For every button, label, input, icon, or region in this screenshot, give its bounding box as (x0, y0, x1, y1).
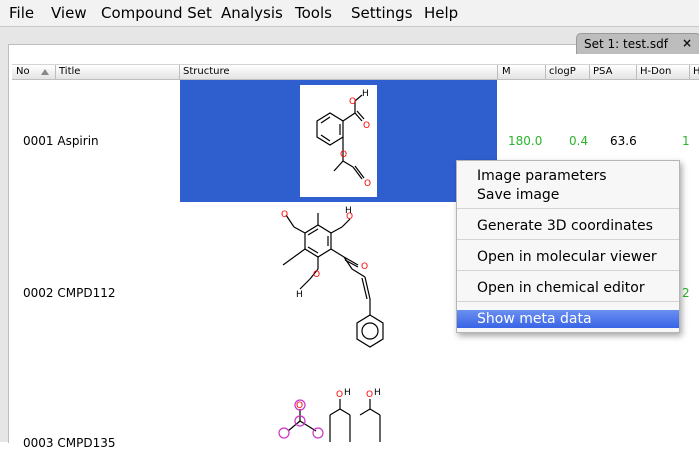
svg-text:H: H (374, 388, 381, 398)
svg-text:O: O (363, 121, 370, 131)
menu-separator (457, 301, 679, 302)
menu-separator (457, 270, 679, 271)
svg-text:H: H (362, 89, 369, 99)
aspirin-molecule: O H O O O (316, 89, 371, 189)
menu-item-image-parameters[interactable]: Image parameters (477, 168, 607, 184)
menu-bar: File View Compound Set Analysis Tools Se… (0, 0, 699, 27)
menu-separator (457, 239, 679, 240)
svg-text:H: H (345, 206, 352, 216)
table-header: No Title Structure M clogP PSA H-Don H (12, 64, 699, 80)
svg-text:O: O (361, 262, 368, 272)
column-divider[interactable] (689, 65, 690, 79)
column-header-h[interactable]: H (693, 65, 699, 79)
menu-settings[interactable]: Settings (351, 4, 413, 22)
column-header-title[interactable]: Title (59, 65, 80, 79)
tab-label: Set 1: test.sdf (584, 37, 668, 51)
row-1-no-title[interactable]: 0001 Aspirin (23, 134, 99, 148)
row-1-mw[interactable]: 180.0 (508, 134, 542, 148)
svg-text:O: O (336, 390, 343, 400)
menu-item-show-meta-data[interactable]: Show meta data (477, 311, 592, 327)
sort-ascending-icon[interactable] (41, 69, 49, 75)
svg-text:O: O (349, 97, 356, 107)
column-header-psa[interactable]: PSA (593, 65, 612, 79)
menu-item-generate-3d[interactable]: Generate 3D coordinates (477, 218, 653, 234)
menu-view[interactable]: View (51, 4, 87, 22)
row-1-hdon[interactable]: 1 (682, 134, 690, 148)
column-divider[interactable] (179, 65, 180, 79)
svg-text:H: H (296, 290, 303, 300)
cmpd135-structure-image[interactable]: O O H O H (270, 385, 400, 442)
svg-text:O: O (366, 390, 373, 400)
cmpd112-structure-image[interactable]: O H H O O H O (270, 205, 400, 360)
menu-item-open-chemical-editor[interactable]: Open in chemical editor (477, 280, 645, 296)
column-header-mw[interactable]: M (502, 65, 511, 79)
column-header-clogp[interactable]: clogP (549, 65, 576, 79)
menu-compound-set[interactable]: Compound Set (101, 4, 212, 22)
row-3-no-title[interactable]: 0003 CMPD135 (23, 436, 115, 450)
column-header-no[interactable]: No (16, 65, 30, 79)
column-divider[interactable] (545, 65, 546, 79)
menu-tools[interactable]: Tools (295, 4, 332, 22)
structure-context-menu: Image parameters Save image Generate 3D … (456, 160, 680, 333)
cmpd135-molecule: O O H O H (278, 388, 381, 442)
menu-help[interactable]: Help (424, 4, 458, 22)
close-icon[interactable]: × (682, 36, 692, 50)
svg-text:O: O (313, 270, 320, 280)
svg-text:O: O (364, 179, 371, 189)
menu-file[interactable]: File (9, 4, 34, 22)
menu-separator (457, 208, 679, 209)
svg-text:O: O (296, 401, 303, 411)
aspirin-structure-image[interactable]: O H O O O (300, 85, 377, 197)
column-divider[interactable] (497, 65, 498, 79)
svg-text:O: O (281, 210, 288, 220)
row-2-no-title[interactable]: 0002 CMPD112 (23, 286, 115, 300)
row-1-psa[interactable]: 63.6 (610, 134, 637, 148)
menu-analysis[interactable]: Analysis (221, 4, 283, 22)
column-divider[interactable] (55, 65, 56, 79)
svg-text:O: O (340, 150, 347, 160)
svg-text:H: H (344, 388, 351, 398)
row-2-hdon[interactable]: 2 (682, 286, 690, 300)
menu-item-save-image[interactable]: Save image (477, 187, 559, 203)
column-header-structure[interactable]: Structure (183, 65, 230, 79)
menu-item-open-molecular-viewer[interactable]: Open in molecular viewer (477, 249, 657, 265)
cmpd112-molecule: O H H O O H O (281, 206, 384, 348)
column-divider[interactable] (589, 65, 590, 79)
column-header-hdon[interactable]: H-Don (640, 65, 671, 79)
tab-set-1[interactable]: Set 1: test.sdf × (576, 33, 699, 54)
column-divider[interactable] (636, 65, 637, 79)
row-1-clogp[interactable]: 0.4 (569, 134, 588, 148)
